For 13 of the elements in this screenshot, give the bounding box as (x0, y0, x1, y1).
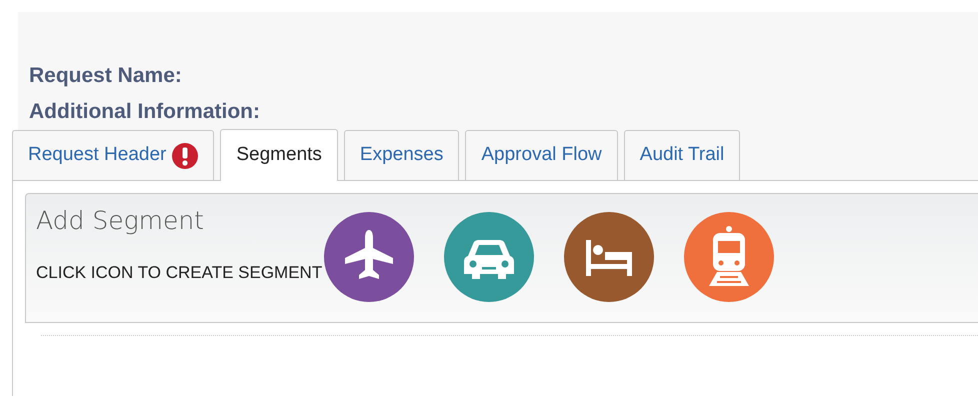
bed-icon[interactable] (564, 212, 654, 302)
instruction-text: CLICK ICON TO CREATE SEGMENT (36, 262, 322, 284)
field-label: Request Name: (29, 63, 183, 89)
car-icon[interactable] (444, 212, 534, 302)
panel-title: Add Segment (36, 208, 205, 233)
field-label: Additional Information: (29, 99, 261, 125)
tab[interactable]: Audit Trail (624, 130, 740, 180)
tab[interactable]: Segments (220, 129, 338, 181)
train-icon[interactable] (684, 212, 774, 302)
tab[interactable]: Approval Flow (465, 130, 618, 180)
airplane-icon[interactable] (324, 212, 414, 302)
tab[interactable]: Expenses (344, 130, 460, 180)
tab[interactable]: Request Header (12, 130, 214, 180)
